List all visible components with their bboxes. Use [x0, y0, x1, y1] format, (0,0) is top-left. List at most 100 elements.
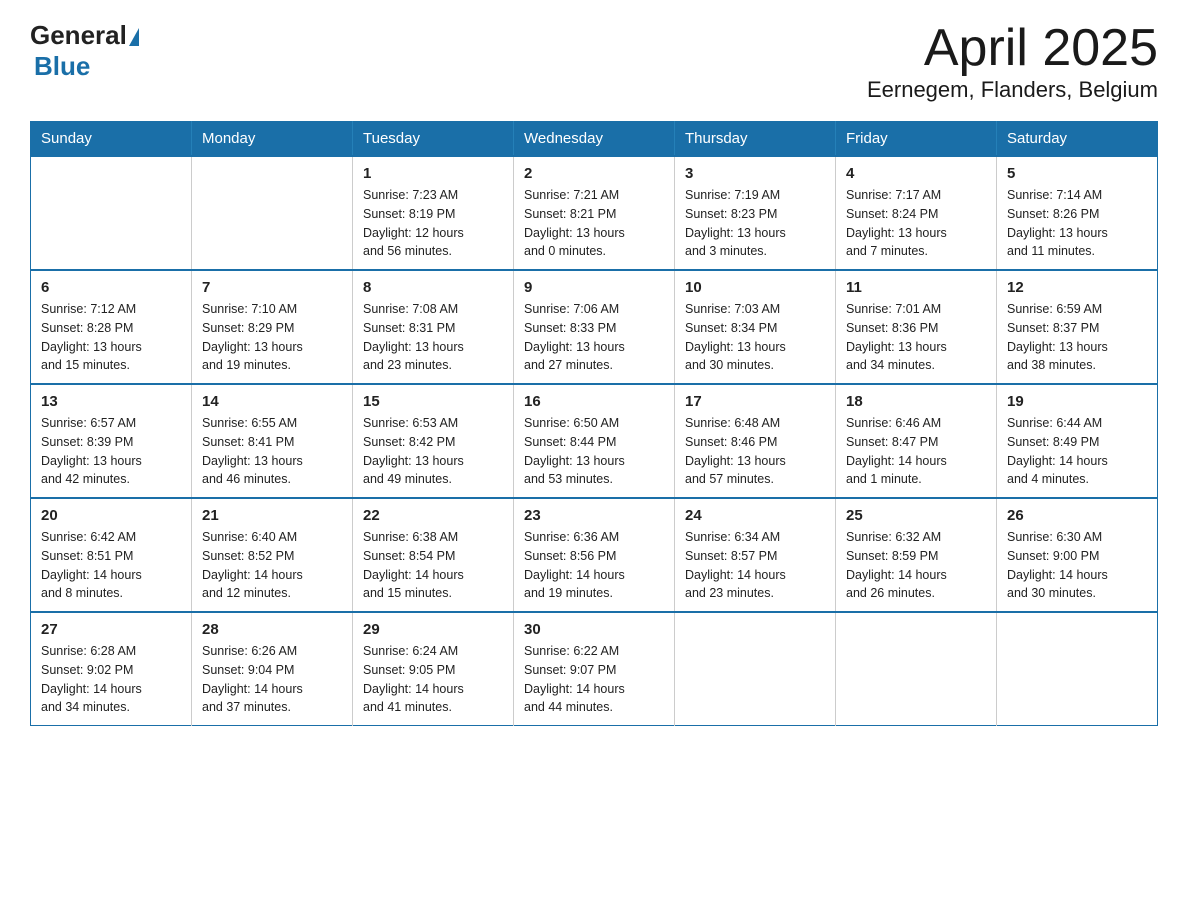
calendar-day-cell: 18Sunrise: 6:46 AMSunset: 8:47 PMDayligh…	[836, 384, 997, 498]
calendar-week-row: 27Sunrise: 6:28 AMSunset: 9:02 PMDayligh…	[31, 612, 1158, 726]
day-number: 9	[524, 279, 664, 296]
day-info: Sunrise: 6:44 AMSunset: 8:49 PMDaylight:…	[1007, 414, 1147, 489]
calendar-day-cell	[675, 612, 836, 726]
logo-blue-text: Blue	[34, 51, 90, 81]
day-info: Sunrise: 6:30 AMSunset: 9:00 PMDaylight:…	[1007, 528, 1147, 603]
calendar-day-header: Thursday	[675, 122, 836, 157]
calendar-day-cell: 26 Sunrise: 6:30 AMSunset: 9:00 PMDayligh…	[997, 498, 1158, 612]
day-number: 29	[363, 621, 503, 638]
calendar-day-cell: 13 Sunrise: 6:57 AMSunset: 8:39 PMDayligh…	[31, 384, 192, 498]
day-info: Sunrise: 6:50 AMSunset: 8:44 PMDaylight:…	[524, 414, 664, 489]
calendar-day-cell: 17Sunrise: 6:48 AMSunset: 8:46 PMDayligh…	[675, 384, 836, 498]
calendar-day-cell: 19 Sunrise: 6:44 AMSunset: 8:49 PMDayligh…	[997, 384, 1158, 498]
calendar-day-cell	[192, 156, 353, 270]
day-number: 30	[524, 621, 664, 638]
logo-triangle-icon	[129, 28, 139, 46]
day-number: 28	[202, 621, 342, 638]
day-info: Sunrise: 7:23 AMSunset: 8:19 PMDaylight:…	[363, 186, 503, 261]
day-number: 21	[202, 507, 342, 524]
day-info: Sunrise: 7:03 AMSunset: 8:34 PMDaylight:…	[685, 300, 825, 375]
day-number: 26	[1007, 507, 1147, 524]
calendar-day-cell: 22 Sunrise: 6:38 AMSunset: 8:54 PMDayligh…	[353, 498, 514, 612]
day-info: Sunrise: 6:55 AMSunset: 8:41 PMDaylight:…	[202, 414, 342, 489]
calendar-day-cell: 21Sunrise: 6:40 AMSunset: 8:52 PMDayligh…	[192, 498, 353, 612]
day-info: Sunrise: 6:42 AMSunset: 8:51 PMDaylight:…	[41, 528, 181, 603]
day-number: 13	[41, 393, 181, 410]
day-number: 20	[41, 507, 181, 524]
day-number: 19	[1007, 393, 1147, 410]
calendar-day-cell: 12 Sunrise: 6:59 AMSunset: 8:37 PMDayligh…	[997, 270, 1158, 384]
calendar-day-cell: 3 Sunrise: 7:19 AMSunset: 8:23 PMDaylight…	[675, 156, 836, 270]
calendar-day-header: Saturday	[997, 122, 1158, 157]
calendar-day-header: Tuesday	[353, 122, 514, 157]
calendar-day-cell: 5Sunrise: 7:14 AMSunset: 8:26 PMDaylight…	[997, 156, 1158, 270]
calendar-day-cell: 2 Sunrise: 7:21 AMSunset: 8:21 PMDaylight…	[514, 156, 675, 270]
calendar-day-cell: 29 Sunrise: 6:24 AMSunset: 9:05 PMDayligh…	[353, 612, 514, 726]
calendar-day-cell: 11 Sunrise: 7:01 AMSunset: 8:36 PMDayligh…	[836, 270, 997, 384]
day-info: Sunrise: 7:12 AMSunset: 8:28 PMDaylight:…	[41, 300, 181, 375]
day-info: Sunrise: 6:26 AMSunset: 9:04 PMDaylight:…	[202, 642, 342, 717]
logo: General Blue	[30, 20, 139, 82]
calendar-day-cell: 30Sunrise: 6:22 AMSunset: 9:07 PMDayligh…	[514, 612, 675, 726]
day-info: Sunrise: 7:19 AMSunset: 8:23 PMDaylight:…	[685, 186, 825, 261]
day-info: Sunrise: 6:46 AMSunset: 8:47 PMDaylight:…	[846, 414, 986, 489]
calendar-week-row: 13 Sunrise: 6:57 AMSunset: 8:39 PMDayligh…	[31, 384, 1158, 498]
calendar-table: SundayMondayTuesdayWednesdayThursdayFrid…	[30, 121, 1158, 726]
day-number: 1	[363, 165, 503, 182]
day-number: 15	[363, 393, 503, 410]
day-number: 17	[685, 393, 825, 410]
day-info: Sunrise: 7:17 AMSunset: 8:24 PMDaylight:…	[846, 186, 986, 261]
calendar-day-cell	[997, 612, 1158, 726]
day-info: Sunrise: 6:53 AMSunset: 8:42 PMDaylight:…	[363, 414, 503, 489]
calendar-day-cell: 24Sunrise: 6:34 AMSunset: 8:57 PMDayligh…	[675, 498, 836, 612]
calendar-day-cell: 7Sunrise: 7:10 AMSunset: 8:29 PMDaylight…	[192, 270, 353, 384]
day-number: 16	[524, 393, 664, 410]
day-number: 24	[685, 507, 825, 524]
day-number: 6	[41, 279, 181, 296]
calendar-day-cell: 1 Sunrise: 7:23 AMSunset: 8:19 PMDaylight…	[353, 156, 514, 270]
calendar-day-header: Sunday	[31, 122, 192, 157]
page-subtitle: Eernegem, Flanders, Belgium	[867, 77, 1158, 103]
calendar-day-cell: 20 Sunrise: 6:42 AMSunset: 8:51 PMDayligh…	[31, 498, 192, 612]
day-number: 25	[846, 507, 986, 524]
page-header: General Blue April 2025 Eernegem, Flande…	[30, 20, 1158, 103]
day-info: Sunrise: 6:36 AMSunset: 8:56 PMDaylight:…	[524, 528, 664, 603]
day-number: 2	[524, 165, 664, 182]
calendar-day-cell: 25Sunrise: 6:32 AMSunset: 8:59 PMDayligh…	[836, 498, 997, 612]
day-number: 3	[685, 165, 825, 182]
calendar-day-cell: 28 Sunrise: 6:26 AMSunset: 9:04 PMDayligh…	[192, 612, 353, 726]
calendar-day-cell: 9Sunrise: 7:06 AMSunset: 8:33 PMDaylight…	[514, 270, 675, 384]
day-info: Sunrise: 7:08 AMSunset: 8:31 PMDaylight:…	[363, 300, 503, 375]
calendar-day-cell: 4Sunrise: 7:17 AMSunset: 8:24 PMDaylight…	[836, 156, 997, 270]
day-number: 14	[202, 393, 342, 410]
day-number: 23	[524, 507, 664, 524]
calendar-day-cell: 6 Sunrise: 7:12 AMSunset: 8:28 PMDaylight…	[31, 270, 192, 384]
calendar-day-cell: 15 Sunrise: 6:53 AMSunset: 8:42 PMDayligh…	[353, 384, 514, 498]
day-info: Sunrise: 6:24 AMSunset: 9:05 PMDaylight:…	[363, 642, 503, 717]
day-info: Sunrise: 6:59 AMSunset: 8:37 PMDaylight:…	[1007, 300, 1147, 375]
day-number: 7	[202, 279, 342, 296]
day-info: Sunrise: 7:21 AMSunset: 8:21 PMDaylight:…	[524, 186, 664, 261]
calendar-week-row: 1 Sunrise: 7:23 AMSunset: 8:19 PMDaylight…	[31, 156, 1158, 270]
calendar-week-row: 20 Sunrise: 6:42 AMSunset: 8:51 PMDayligh…	[31, 498, 1158, 612]
calendar-day-header: Friday	[836, 122, 997, 157]
day-number: 10	[685, 279, 825, 296]
logo-general-text: General	[30, 20, 127, 51]
day-number: 12	[1007, 279, 1147, 296]
day-info: Sunrise: 6:57 AMSunset: 8:39 PMDaylight:…	[41, 414, 181, 489]
day-info: Sunrise: 6:38 AMSunset: 8:54 PMDaylight:…	[363, 528, 503, 603]
calendar-day-cell: 27Sunrise: 6:28 AMSunset: 9:02 PMDayligh…	[31, 612, 192, 726]
day-number: 27	[41, 621, 181, 638]
calendar-day-cell: 16 Sunrise: 6:50 AMSunset: 8:44 PMDayligh…	[514, 384, 675, 498]
calendar-day-cell	[31, 156, 192, 270]
page-title: April 2025	[867, 20, 1158, 77]
day-info: Sunrise: 7:01 AMSunset: 8:36 PMDaylight:…	[846, 300, 986, 375]
day-number: 22	[363, 507, 503, 524]
day-info: Sunrise: 7:14 AMSunset: 8:26 PMDaylight:…	[1007, 186, 1147, 261]
day-number: 8	[363, 279, 503, 296]
day-number: 11	[846, 279, 986, 296]
calendar-day-cell: 23 Sunrise: 6:36 AMSunset: 8:56 PMDayligh…	[514, 498, 675, 612]
calendar-day-cell	[836, 612, 997, 726]
calendar-day-cell: 14 Sunrise: 6:55 AMSunset: 8:41 PMDayligh…	[192, 384, 353, 498]
calendar-day-header: Wednesday	[514, 122, 675, 157]
